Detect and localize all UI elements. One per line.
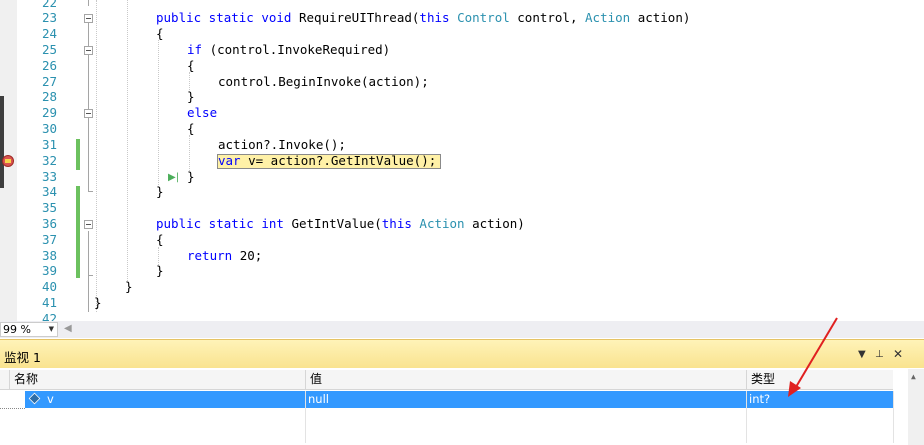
column-header-value[interactable]: 值 bbox=[305, 370, 746, 389]
code-line-23[interactable]: public static void RequireUIThread(this … bbox=[156, 10, 690, 26]
indent-guide bbox=[127, 0, 128, 283]
editor-status-bar: 99 % ▼ ◀ bbox=[0, 321, 924, 338]
code-line-33[interactable]: } bbox=[187, 169, 195, 185]
dropdown-icon[interactable]: ▼ bbox=[858, 349, 866, 360]
line-number: 39 bbox=[41, 263, 57, 278]
column-header-name[interactable]: 名称 bbox=[9, 370, 305, 389]
code-line-38[interactable]: return 20; bbox=[187, 248, 262, 264]
margin-bar bbox=[0, 96, 4, 188]
change-marker bbox=[76, 186, 80, 278]
watch-type: int? bbox=[749, 392, 771, 406]
line-number: 30 bbox=[41, 121, 57, 136]
fold-end bbox=[88, 275, 93, 276]
code-line-37[interactable]: { bbox=[156, 232, 164, 248]
column-divider bbox=[746, 391, 747, 443]
indent-guide bbox=[158, 40, 159, 187]
watch-scrollbar[interactable]: ▲ bbox=[908, 369, 924, 445]
code-line-39[interactable]: } bbox=[156, 263, 164, 279]
line-number: 28 bbox=[41, 89, 57, 104]
fold-toggle-icon[interactable] bbox=[84, 220, 93, 229]
code-line-25[interactable]: if (control.InvokeRequired) bbox=[187, 42, 390, 58]
watch-name[interactable]: v bbox=[44, 391, 54, 408]
scroll-up-icon[interactable]: ▲ bbox=[911, 372, 916, 381]
line-number: 37 bbox=[41, 232, 57, 247]
code-line-29[interactable]: else bbox=[187, 105, 217, 121]
watch-grid[interactable]: 名称 值 类型 v null int? bbox=[0, 368, 908, 445]
code-line-31[interactable]: action?.Invoke(); bbox=[218, 137, 346, 153]
step-icon[interactable]: ▶| bbox=[168, 172, 179, 183]
indent-guide bbox=[96, 0, 97, 312]
line-number: 35 bbox=[41, 200, 57, 215]
close-icon[interactable]: ✕ bbox=[893, 347, 903, 361]
line-number: 29 bbox=[41, 105, 57, 120]
fold-outline bbox=[88, 231, 89, 275]
pin-icon[interactable]: ⊥ bbox=[875, 349, 884, 360]
line-number: 26 bbox=[41, 58, 57, 73]
indent-guide bbox=[189, 135, 190, 173]
line-number: 41 bbox=[41, 295, 57, 310]
watch-window: 监视 1 ▼ ⊥ ✕ 名称 值 类型 v null int? ▲ bbox=[0, 339, 924, 445]
code-line-27[interactable]: control.BeginInvoke(action); bbox=[218, 74, 429, 90]
fold-outline bbox=[88, 0, 89, 6]
column-divider bbox=[893, 391, 894, 443]
zoom-value: 99 % bbox=[3, 323, 31, 336]
change-marker bbox=[76, 139, 80, 170]
line-number: 24 bbox=[41, 26, 57, 41]
line-number: 33 bbox=[41, 169, 57, 184]
object-icon bbox=[28, 392, 41, 405]
fold-toggle-icon[interactable] bbox=[84, 46, 93, 55]
fold-outline bbox=[88, 276, 89, 312]
watch-title-bar[interactable]: 监视 1 ▼ ⊥ ✕ bbox=[0, 339, 924, 368]
code-line-28[interactable]: } bbox=[187, 89, 195, 105]
row-gutter bbox=[0, 391, 25, 409]
line-number: 34 bbox=[41, 184, 57, 199]
code-line-40[interactable]: } bbox=[125, 279, 133, 295]
line-number: 27 bbox=[41, 74, 57, 89]
watch-value[interactable]: null bbox=[305, 391, 329, 408]
watch-header-row: 名称 值 类型 bbox=[0, 370, 893, 390]
fold-toggle-icon[interactable] bbox=[84, 14, 93, 23]
watch-title: 监视 1 bbox=[4, 350, 41, 365]
code-line-41[interactable]: } bbox=[94, 295, 102, 311]
column-divider bbox=[305, 391, 306, 443]
dropdown-icon: ▼ bbox=[48, 325, 54, 333]
line-number: 38 bbox=[41, 248, 57, 263]
fold-toggle-icon[interactable] bbox=[84, 109, 93, 118]
line-number: 25 bbox=[41, 42, 57, 57]
line-number: 40 bbox=[41, 279, 57, 294]
line-number: 36 bbox=[41, 216, 57, 231]
zoom-dropdown[interactable]: 99 % ▼ bbox=[0, 322, 58, 337]
watch-row[interactable]: v null int? bbox=[25, 391, 893, 408]
code-line-26[interactable]: { bbox=[187, 58, 195, 74]
line-number: 23 bbox=[41, 10, 57, 25]
line-number: 32 bbox=[41, 153, 57, 168]
code-line-32[interactable]: var v= action?.GetIntValue(); bbox=[218, 153, 436, 169]
code-editor[interactable]: 22 23 24 25 26 27 28 29 30 31 32 33 34 3… bbox=[0, 0, 924, 321]
code-line-36[interactable]: public static int GetIntValue(this Actio… bbox=[156, 216, 525, 232]
column-header-type[interactable]: 类型 bbox=[746, 370, 893, 389]
code-line-34[interactable]: } bbox=[156, 184, 164, 200]
code-line-24[interactable]: { bbox=[156, 26, 164, 42]
breakpoint-icon[interactable] bbox=[2, 155, 14, 167]
fold-end bbox=[88, 191, 93, 192]
code-line-30[interactable]: { bbox=[187, 121, 195, 137]
line-number: 31 bbox=[41, 137, 57, 152]
scroll-left-icon[interactable]: ◀ bbox=[64, 323, 72, 334]
line-number: 42 bbox=[41, 311, 57, 321]
